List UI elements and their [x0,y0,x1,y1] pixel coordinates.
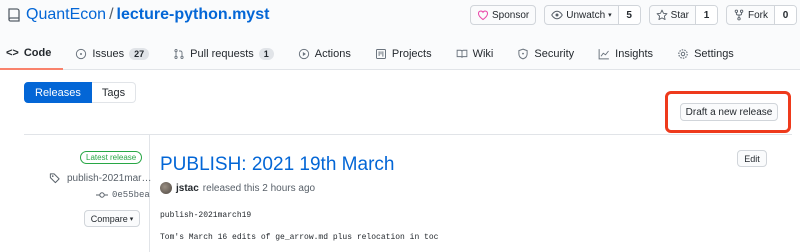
git-commit-icon [96,192,108,198]
tab-insights[interactable]: Insights [586,38,665,70]
compare-button[interactable]: Compare ▾ [84,210,140,227]
tab-settings-label: Settings [694,48,734,60]
tab-pull-requests-label: Pull requests [190,48,254,60]
tab-projects-label: Projects [391,48,432,60]
tab-issues-label: Issues [92,48,125,60]
tab-code-label: Code [23,47,52,59]
repo-separator: / [109,6,114,23]
tab-wiki[interactable]: Wiki [444,38,506,70]
release-commit-sha: 0e55bea [112,190,150,200]
repo-owner-link[interactable]: QuantEcon [26,6,106,24]
tab-tags[interactable]: Tags [91,82,137,103]
fork-icon [734,9,744,21]
tab-code[interactable]: <> Code [0,38,64,70]
sponsor-label: Sponsor [491,9,530,21]
graph-icon [598,49,610,60]
repo-title: QuantEcon / lecture-python.myst [6,6,269,24]
tag-icon [49,173,60,184]
tab-issues[interactable]: Issues 27 [63,38,161,70]
release-tag-label: publish-2021mar… [67,172,152,184]
pulls-count-badge: 1 [258,48,274,60]
tab-settings[interactable]: Settings [665,38,746,70]
tab-pull-requests[interactable]: Pull requests 1 [161,38,286,70]
divider [24,134,792,135]
issue-icon [76,48,87,60]
fork-button[interactable]: Fork [727,6,774,24]
latest-release-badge: Latest release [80,151,143,164]
project-board-icon [375,49,386,59]
tab-security[interactable]: Security [505,38,586,70]
open-book-icon [456,49,467,58]
release-body-line: publish-2021march19 [160,211,252,220]
issues-count-badge: 27 [129,48,150,60]
repo-nav: <> Code Issues 27 Pull requests 1 Action… [0,38,746,70]
watch-count[interactable]: 5 [617,6,640,24]
release-commit[interactable]: 0e55bea [96,190,150,200]
chevron-down-icon: ▾ [608,12,612,19]
release-author-row: jstac released this 2 hours ago [160,182,315,194]
shield-icon [518,48,529,60]
code-icon: <> [6,47,19,59]
release-body-line: Tom's March 16 edits of ge_arrow.md plus… [160,233,439,242]
tab-releases[interactable]: Releases [24,82,92,103]
repo-actions: Sponsor Unwatch ▾ 5 Star 1 Fork 0 [469,5,797,25]
fork-label: Fork [748,9,768,21]
draft-new-release-button[interactable]: Draft a new release [680,103,778,121]
sponsor-button[interactable]: Sponsor [469,5,537,25]
edit-release-button[interactable]: Edit [737,150,767,167]
unwatch-label: Unwatch [566,9,606,21]
star-button[interactable]: Star [650,6,695,24]
pull-request-icon [174,49,184,59]
fork-count[interactable]: 0 [774,6,796,24]
repo-header: QuantEcon / lecture-python.myst Sponsor … [0,0,800,70]
fork-button-group: Fork 0 [726,5,797,25]
avatar[interactable] [160,182,172,194]
book-icon [8,8,20,22]
play-circle-icon [298,48,309,60]
release-tag[interactable]: publish-2021mar… [49,172,152,184]
tab-actions[interactable]: Actions [286,38,363,70]
eye-icon [551,10,564,20]
releases-tags-subnav: Releases Tags [24,82,137,103]
tab-insights-label: Insights [615,48,654,60]
release-title[interactable]: PUBLISH: 2021 19th March [160,154,394,176]
star-button-group: Star 1 [648,5,718,25]
watch-button-group: Unwatch ▾ 5 [544,5,641,25]
star-count[interactable]: 1 [695,6,717,24]
tab-projects[interactable]: Projects [363,38,444,70]
tab-security-label: Security [534,48,575,60]
highlight-box: Draft a new release [665,91,791,133]
tab-wiki-label: Wiki [472,48,494,60]
star-icon [656,9,668,21]
release-meta: released this 2 hours ago [202,182,316,194]
star-label: Star [670,9,689,21]
repo-name-link[interactable]: lecture-python.myst [117,6,270,24]
unwatch-button[interactable]: Unwatch ▾ [545,6,617,24]
compare-label: Compare [90,213,128,224]
release-author[interactable]: jstac [176,183,199,194]
tab-actions-label: Actions [314,48,351,60]
heart-icon [477,10,489,21]
gear-icon [678,49,688,59]
chevron-down-icon: ▾ [129,215,134,223]
